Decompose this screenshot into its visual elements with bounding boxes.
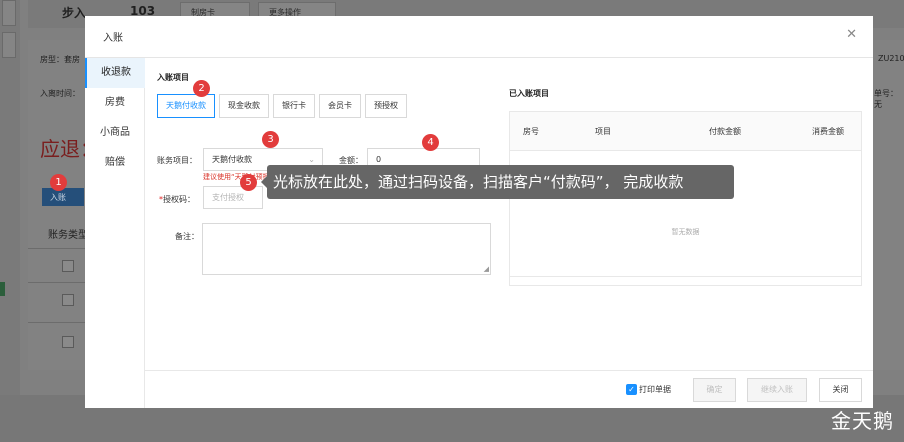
account-item-label: 账务项目： (157, 156, 197, 165)
sidebar-item-label: 小商品 (100, 127, 130, 138)
background-post-label: 入账 (50, 193, 66, 202)
background-strip-cell (2, 0, 16, 26)
sidebar-item-room-fee[interactable]: 房费 (85, 88, 145, 118)
sidebar-item-label: 赔偿 (105, 157, 125, 168)
dialog-content: 入账项目 天鹅付收款 现金收款 银行卡 会员卡 预授权 账务项目： 天鹅付收款 … (145, 58, 873, 370)
column-item: 项目 (595, 127, 611, 136)
table-header: 房号 项目 付款金额 消费金额 (510, 112, 861, 151)
tab-member-card[interactable]: 会员卡 (319, 94, 361, 118)
close-icon[interactable]: ✕ (846, 27, 857, 42)
confirm-button[interactable]: 确定 (693, 378, 736, 402)
remark-textarea[interactable]: ◢ (202, 223, 491, 275)
auth-code-input[interactable]: 支付授权 (203, 186, 263, 209)
background-left-strip (0, 0, 20, 442)
sidebar-item-label: 收退款 (101, 67, 131, 78)
background-room-no: ZU210 (878, 54, 904, 63)
dialog-footer: ✓ 打印单据 确定 继续入账 关闭 (145, 370, 873, 408)
background-row-checkbox (62, 260, 74, 272)
close-label: 关闭 (832, 385, 849, 394)
background-post-button: 入账 (42, 188, 84, 206)
empty-state: 暂无数据 (671, 228, 700, 236)
tab-label: 会员卡 (328, 101, 352, 110)
tab-cash[interactable]: 现金收款 (219, 94, 269, 118)
instruction-tooltip: 光标放在此处，通过扫码设备，扫描客户“付款码”， 完成收款 (267, 165, 734, 199)
background-step-label: 步入 (62, 6, 87, 20)
column-room-no: 房号 (523, 127, 539, 136)
background-row-divider (28, 248, 88, 249)
tab-bank-card[interactable]: 银行卡 (273, 94, 315, 118)
brand-watermark: 金天鹅 (831, 409, 894, 433)
dialog-header: 入账 ✕ (85, 16, 873, 58)
checkmark-icon: ✓ (626, 384, 637, 395)
tab-label: 天鹅付收款 (166, 101, 206, 110)
tab-label: 银行卡 (282, 101, 306, 110)
background-account-type: 账务类型 (48, 230, 88, 241)
close-button[interactable]: 关闭 (819, 378, 862, 402)
tab-label: 预授权 (374, 101, 398, 110)
entry-items-title: 入账项目 (157, 73, 189, 82)
step-badge-3: 3 (262, 131, 279, 148)
background-strip-cell (2, 32, 16, 58)
background-status-marker (0, 282, 5, 296)
step-badge-4: 4 (422, 134, 439, 151)
dialog-title: 入账 (103, 33, 123, 44)
tab-preauth[interactable]: 预授权 (365, 94, 407, 118)
sidebar-item-payment-refund[interactable]: 收退款 (85, 58, 145, 88)
background-order-no: 单号：无 (874, 89, 898, 109)
tab-tianepay[interactable]: 天鹅付收款 (157, 94, 215, 118)
table-divider (510, 276, 861, 277)
account-item-value: 天鹅付收款 (212, 155, 252, 164)
dialog-sidebar: 收退款 房费 小商品 赔偿 (85, 58, 145, 408)
step-badge-5: 5 (240, 174, 257, 191)
column-consumption-amount: 消费金额 (812, 127, 844, 136)
resize-handle-icon[interactable]: ◢ (484, 266, 489, 273)
background-checkin-time: 入离时间： (40, 89, 80, 98)
post-entry-dialog: 入账 ✕ 收退款 房费 小商品 赔偿 入账项目 天鹅付收款 现金收款 银行卡 会… (85, 16, 873, 408)
background-row-checkbox (62, 294, 74, 306)
remark-label: 备注： (175, 232, 199, 241)
column-payment-amount: 付款金额 (709, 127, 741, 136)
auth-code-label: *授权码： (159, 194, 195, 205)
auth-code-placeholder: 支付授权 (212, 193, 244, 202)
background-row-checkbox (62, 336, 74, 348)
tab-label: 现金收款 (228, 101, 260, 110)
sidebar-item-minibar[interactable]: 小商品 (85, 118, 145, 148)
print-receipt-checkbox[interactable]: ✓ 打印单据 (626, 384, 671, 395)
payment-method-tabs: 天鹅付收款 现金收款 银行卡 会员卡 预授权 (157, 94, 411, 118)
posted-items-title: 已入账项目 (509, 89, 549, 98)
continue-posting-button[interactable]: 继续入账 (747, 378, 807, 402)
step-badge-1: 1 (50, 174, 67, 191)
continue-posting-label: 继续入账 (761, 385, 793, 394)
sidebar-item-compensation[interactable]: 赔偿 (85, 148, 145, 178)
auth-code-label-text: 授权码： (163, 195, 195, 204)
print-receipt-label: 打印单据 (639, 385, 671, 394)
background-row-divider (28, 282, 88, 283)
background-row-divider (28, 322, 88, 323)
confirm-label: 确定 (706, 385, 723, 394)
background-room-type: 房型：套房 (40, 55, 80, 64)
sidebar-item-label: 房费 (105, 97, 125, 108)
amount-value: 0 (376, 155, 382, 164)
step-badge-2: 2 (193, 80, 210, 97)
